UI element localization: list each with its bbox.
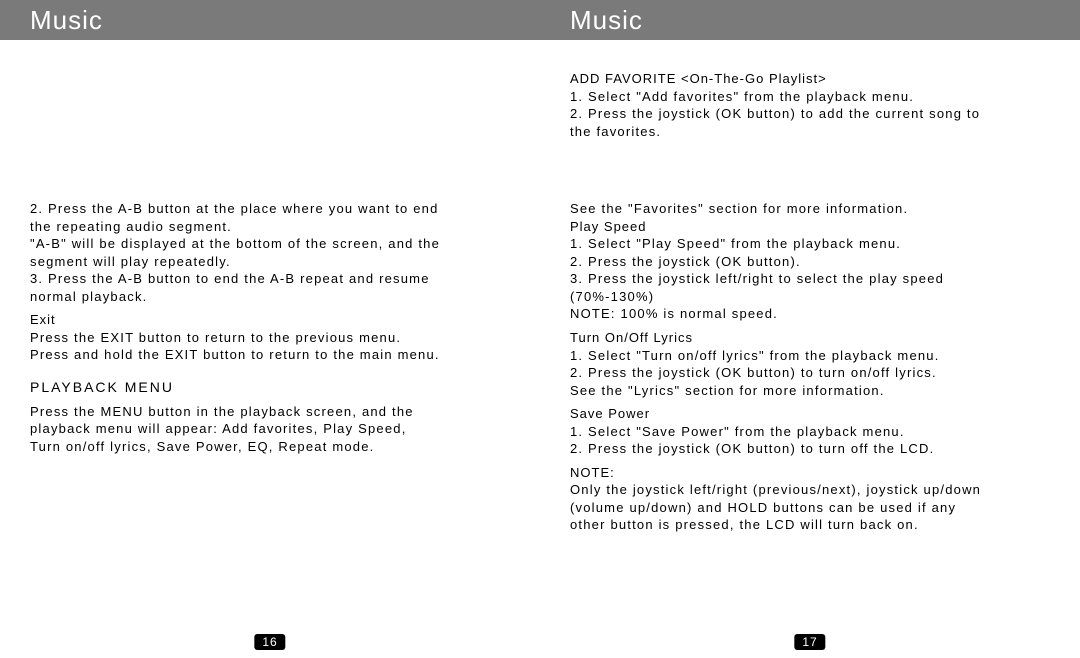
header-title-left: Music — [30, 5, 103, 36]
play-speed-heading: Play Speed — [570, 218, 1060, 236]
body-text: 1. Select "Save Power" from the playback… — [570, 423, 1060, 441]
body-text: 3. Press the joystick left/right to sele… — [570, 270, 1060, 288]
body-text: the repeating audio segment. — [30, 218, 520, 236]
body-text: Only the joystick left/right (previous/n… — [570, 481, 1060, 499]
playback-menu-heading: PLAYBACK MENU — [30, 378, 520, 397]
body-text: 1. Select "Play Speed" from the playback… — [570, 235, 1060, 253]
body-text: (70%-130%) — [570, 288, 1060, 306]
body-text: 3. Press the A-B button to end the A-B r… — [30, 270, 520, 288]
body-text: other button is pressed, the LCD will tu… — [570, 516, 1060, 534]
body-text: Press the EXIT button to return to the p… — [30, 329, 520, 347]
body-text: 2. Press the A-B button at the place whe… — [30, 200, 520, 218]
save-power-heading: Save Power — [570, 405, 1060, 423]
body-text: Press the MENU button in the playback sc… — [30, 403, 520, 421]
lyrics-heading: Turn On/Off Lyrics — [570, 329, 1060, 347]
body-text: See the "Lyrics" section for more inform… — [570, 382, 1060, 400]
page-number-left: 16 — [254, 634, 285, 650]
body-text: 2. Press the joystick (OK button) to tur… — [570, 440, 1060, 458]
body-text: 2. Press the joystick (OK button) to tur… — [570, 364, 1060, 382]
body-text: 2. Press the joystick (OK button) to add… — [570, 105, 1060, 123]
body-text: 2. Press the joystick (OK button). — [570, 253, 1060, 271]
body-text: "A-B" will be displayed at the bottom of… — [30, 235, 520, 253]
body-text: 1. Select "Add favorites" from the playb… — [570, 88, 1060, 106]
body-text: normal playback. — [30, 288, 520, 306]
note-heading: NOTE: — [570, 464, 1060, 482]
page-spread: Music 2. Press the A-B button at the pla… — [0, 0, 1080, 658]
exit-heading: Exit — [30, 311, 520, 329]
body-text: the favorites. — [570, 123, 1060, 141]
header-title-right: Music — [570, 5, 643, 36]
body-text: (volume up/down) and HOLD buttons can be… — [570, 499, 1060, 517]
add-favorite-heading: ADD FAVORITE <On-The-Go Playlist> — [570, 70, 1060, 88]
page-left: Music 2. Press the A-B button at the pla… — [0, 0, 540, 658]
page-number-right: 17 — [794, 634, 825, 650]
body-text: segment will play repeatedly. — [30, 253, 520, 271]
body-text: See the "Favorites" section for more inf… — [570, 200, 1060, 218]
page-right: Music ADD FAVORITE <On-The-Go Playlist> … — [540, 0, 1080, 658]
body-text: Press and hold the EXIT button to return… — [30, 346, 520, 364]
header-bar-left: Music — [0, 0, 540, 40]
body-text: Turn on/off lyrics, Save Power, EQ, Repe… — [30, 438, 520, 456]
body-text: 1. Select "Turn on/off lyrics" from the … — [570, 347, 1060, 365]
body-text: NOTE: 100% is normal speed. — [570, 305, 1060, 323]
content-right: ADD FAVORITE <On-The-Go Playlist> 1. Sel… — [570, 70, 1060, 618]
body-text: playback menu will appear: Add favorites… — [30, 420, 520, 438]
header-bar-right: Music — [540, 0, 1080, 40]
content-left: 2. Press the A-B button at the place whe… — [30, 70, 520, 618]
